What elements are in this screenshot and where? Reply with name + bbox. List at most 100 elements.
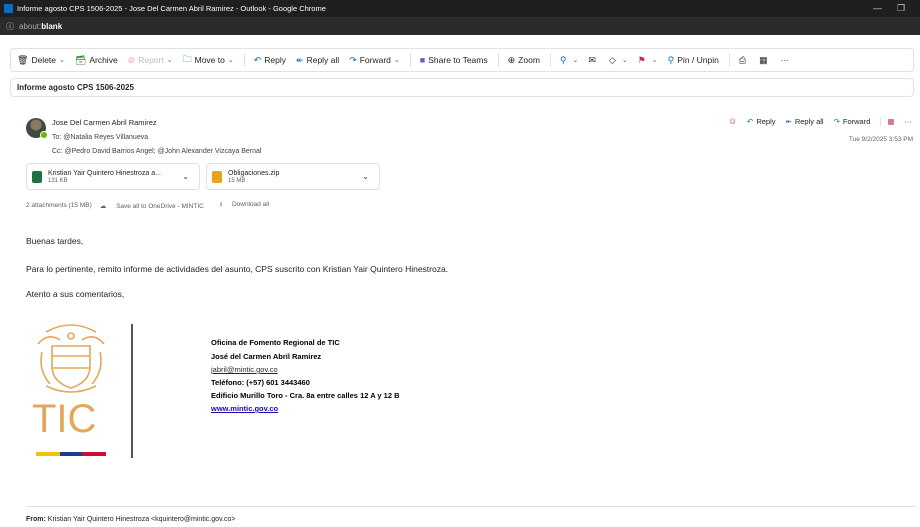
toolbar-divider — [728, 53, 730, 67]
forward-button[interactable]: ↷ Forward ⌄ — [349, 55, 400, 66]
teams-grid-icon[interactable]: ▦ — [880, 116, 895, 126]
to-recipient[interactable]: Natalia Reyes Villanueva — [70, 134, 148, 141]
excel-file-icon — [32, 170, 42, 183]
share-to-teams-button[interactable]: ■ Share to Teams — [420, 55, 488, 65]
envelope-icon: ✉ — [588, 54, 596, 65]
attachment-info: Kristian Yair Quintero Hinestroza a... 1… — [48, 170, 161, 184]
download-icon: ⭳ — [219, 201, 223, 208]
save-onedrive-link[interactable]: ☁ Save all to OneDrive - MINTIC — [100, 202, 212, 210]
mark-read-button[interactable]: ✉ — [588, 55, 599, 66]
attachment-size: 15 MB — [228, 177, 246, 184]
to-label: To: — [52, 134, 62, 141]
delete-button[interactable]: 🗑 Delete ⌄ — [17, 55, 65, 66]
signature-email[interactable]: jabril@mintic.gov.co — [211, 365, 278, 374]
reply-button[interactable]: ↶ Reply — [254, 55, 286, 66]
header-more-button[interactable]: ··· — [905, 117, 913, 126]
forward-icon: ↷ — [833, 116, 840, 126]
restore-button[interactable]: ❐ — [897, 3, 905, 14]
flag-yellow-stripe — [36, 452, 60, 456]
attachment-name: Obligaciones.zip — [228, 169, 280, 177]
chevron-down-icon[interactable]: ⌄ — [652, 56, 658, 64]
signature-divider — [131, 324, 133, 458]
from-label: From: — [26, 516, 46, 523]
url-path: blank — [41, 21, 63, 31]
chevron-down-icon[interactable]: ⌄ — [167, 56, 173, 64]
report-icon: ⊘ — [127, 54, 136, 65]
tags-button[interactable]: ◇ ⌄ — [609, 55, 628, 66]
printer-icon: ⎙ — [738, 54, 747, 65]
flag-button[interactable]: ⚑ ⌄ — [638, 55, 658, 66]
archive-button[interactable]: 🗃 Archive — [75, 55, 118, 66]
pin-button[interactable]: ⚲ Pin / Unpin — [668, 55, 719, 66]
chevron-down-icon[interactable]: ⌄ — [622, 56, 628, 64]
signature-address: Edificio Murillo Toro - Cra. 8a entre ca… — [211, 391, 400, 400]
zoom-button[interactable]: ⊕ Zoom — [508, 55, 540, 66]
url-scheme: about: — [19, 21, 42, 31]
header-reply-all-button[interactable]: ↞ Reply all — [786, 117, 824, 126]
window-title: Informe agosto CPS 1506-2025 - Jose Del … — [17, 4, 326, 13]
attachment-info: Obligaciones.zip 15 MB — [228, 170, 279, 184]
immersive-reader-button[interactable]: ▦ — [759, 55, 771, 66]
mintic-logo: TIC — [32, 324, 106, 456]
label-icon: ◇ — [608, 54, 616, 65]
pin-icon: ⚲ — [667, 54, 675, 65]
reply-all-icon: ↞ — [785, 116, 792, 126]
cc-recipient[interactable]: John Alexander Vizcaya Bernal — [165, 148, 262, 155]
cc-recipient[interactable]: Pedro David Barrios Angel; — [72, 148, 156, 155]
message-actions: ☺ ↶ Reply ↞ Reply all ↷ Forward ▦ ··· — [718, 116, 912, 126]
site-info-icon[interactable]: ⓘ — [6, 21, 14, 32]
chevron-down-icon[interactable]: ⌄ — [182, 172, 189, 181]
flag-icon: ⚑ — [637, 54, 646, 65]
message-subject: Informe agosto CPS 1506-2025 — [10, 78, 914, 97]
tag-icon: ⚲ — [559, 54, 567, 65]
contact-icon: @ — [64, 148, 72, 155]
sender-name[interactable]: Jose Del Carmen Abril Ramirez — [52, 118, 157, 127]
signature-phone: Teléfono: (+57) 601 3443460 — [211, 378, 310, 387]
flag-red-stripe — [82, 452, 106, 456]
closing-text: Atento a sus comentarios, — [26, 289, 125, 299]
attachment-name: Kristian Yair Quintero Hinestroza a... — [48, 169, 161, 177]
forward-icon: ↷ — [349, 54, 357, 65]
chevron-down-icon[interactable]: ⌄ — [573, 56, 579, 64]
report-button[interactable]: ⊘ Report ⌄ — [128, 55, 173, 66]
forwarded-from: From: Kristian Yair Quintero Hinestroza … — [26, 516, 235, 523]
cloud-icon: ☁ — [99, 202, 107, 210]
zip-folder-icon — [212, 170, 222, 183]
signature-website[interactable]: www.mintic.gov.co — [211, 404, 278, 413]
chevron-down-icon[interactable]: ⌄ — [394, 56, 400, 64]
attachment-summary: 2 attachments (15 MB) ☁ Save all to OneD… — [26, 200, 285, 211]
toolbar-divider — [243, 53, 245, 67]
react-emoji-icon[interactable]: ☺ — [728, 116, 737, 126]
signature-office: Oficina de Fomento Regional de TIC — [211, 338, 340, 347]
attachment-card[interactable]: Kristian Yair Quintero Hinestroza a... 1… — [26, 163, 200, 190]
header-reply-button[interactable]: ↶ Reply — [747, 117, 775, 126]
toolbar-divider — [549, 53, 551, 67]
download-all-link[interactable]: ⭳ Download all — [220, 200, 277, 211]
cc-line: Cc: @Pedro David Barrios Angel; @John Al… — [52, 148, 261, 155]
attachment-card[interactable]: Obligaciones.zip 15 MB ⌄ — [206, 163, 380, 190]
minimize-button[interactable]: — — [873, 3, 882, 13]
trash-icon: 🗑 — [17, 54, 29, 65]
chevron-down-icon[interactable]: ⌄ — [362, 172, 369, 181]
address-bar[interactable]: ⓘ about: blank — [0, 17, 920, 35]
chevron-down-icon[interactable]: ⌄ — [228, 56, 234, 64]
move-to-button[interactable]: 🗀 Move to ⌄ — [183, 52, 234, 68]
print-button[interactable]: ⎙ — [739, 55, 749, 66]
to-line: To: @Natalia Reyes Villanueva — [52, 134, 148, 141]
folder-move-icon: 🗀 — [182, 54, 192, 64]
header-forward-button[interactable]: ↷ Forward — [834, 117, 871, 126]
more-actions-button[interactable]: ··· — [781, 55, 790, 65]
toolbar-divider — [409, 53, 411, 67]
avatar[interactable] — [26, 118, 48, 139]
reply-all-button[interactable]: ↞ Reply all — [296, 55, 339, 66]
outlook-app-icon — [4, 4, 13, 13]
presence-icon — [40, 131, 48, 139]
divider — [26, 506, 916, 507]
chevron-down-icon[interactable]: ⌄ — [59, 56, 65, 64]
categorize-button[interactable]: ⚲ ⌄ — [560, 55, 578, 66]
attachment-count: 2 attachments (15 MB) — [26, 202, 92, 209]
reply-icon: ↶ — [253, 54, 262, 65]
signature-name: José del Carmen Abril Ramírez — [211, 352, 322, 361]
toolbar-divider — [497, 53, 499, 67]
reader-icon: ▦ — [759, 54, 768, 65]
